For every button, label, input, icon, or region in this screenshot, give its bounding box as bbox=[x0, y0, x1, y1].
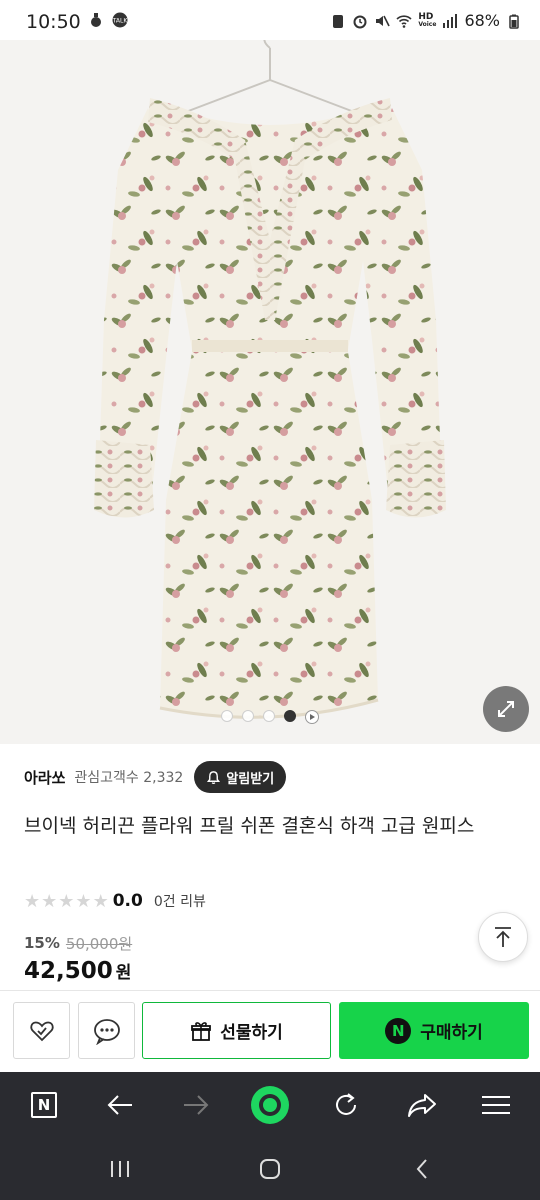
recent-apps-icon bbox=[111, 1161, 129, 1177]
play-icon[interactable] bbox=[305, 710, 319, 724]
star-icon: ★ bbox=[75, 890, 92, 912]
system-navigation-bar bbox=[0, 1138, 540, 1200]
share-button[interactable] bbox=[402, 1085, 442, 1125]
star-icon: ★ bbox=[24, 890, 41, 912]
gallery-dot[interactable] bbox=[263, 710, 275, 722]
sale-price: 42,500 원 bbox=[24, 958, 131, 984]
voice-label: Voice bbox=[418, 20, 437, 28]
recent-apps-button[interactable] bbox=[100, 1154, 140, 1184]
alarm-icon bbox=[353, 15, 367, 28]
gift-icon bbox=[191, 1021, 212, 1041]
system-back-button[interactable] bbox=[402, 1154, 442, 1184]
chat-icon bbox=[93, 1018, 120, 1045]
notify-label: 알림받기 bbox=[226, 771, 275, 787]
status-left-icons: TALK bbox=[88, 12, 128, 28]
arrow-left-icon bbox=[107, 1095, 132, 1115]
star-icon: ★ bbox=[41, 890, 58, 912]
action-bar: 선물하기 N 구매하기 bbox=[0, 990, 540, 1072]
green-dot-button[interactable] bbox=[250, 1085, 290, 1125]
buy-label: 구매하기 bbox=[420, 1023, 483, 1043]
npay-icon: N bbox=[385, 1017, 412, 1044]
battery-saver-icon bbox=[333, 14, 344, 28]
home-button[interactable] bbox=[250, 1154, 290, 1184]
share-icon bbox=[408, 1094, 436, 1117]
talk-icon: TALK bbox=[112, 12, 128, 28]
seller-info: 아라쏘 관심고객수 2,332 알림받기 bbox=[24, 760, 524, 794]
currency-unit: 원 bbox=[115, 963, 132, 983]
wifi-icon bbox=[396, 14, 412, 28]
status-bar: 10:50 TALK HD Voice 68% bbox=[0, 0, 540, 40]
menu-icon bbox=[482, 1096, 510, 1114]
discount-rate: 15% bbox=[24, 934, 60, 952]
refresh-icon bbox=[336, 1093, 356, 1115]
product-title: 브이넥 허리끈 플라워 프릴 쉬폰 결혼식 하객 고급 원피스 bbox=[24, 815, 475, 837]
gift-label: 선물하기 bbox=[220, 1023, 283, 1043]
bell-plus-icon bbox=[207, 770, 221, 784]
heart-check-icon bbox=[29, 1021, 54, 1041]
naver-n-icon: N bbox=[31, 1092, 57, 1118]
gallery-dot[interactable] bbox=[221, 710, 233, 722]
gallery-dot-active[interactable] bbox=[284, 710, 296, 722]
star-rating: ★ ★ ★ ★ ★ bbox=[24, 891, 109, 912]
status-time: 10:50 bbox=[26, 11, 81, 33]
gallery-indicator bbox=[0, 710, 540, 724]
menu-button[interactable] bbox=[476, 1085, 516, 1125]
home-icon bbox=[260, 1159, 280, 1179]
wishlist-button[interactable] bbox=[13, 1002, 70, 1059]
naver-home-button[interactable]: N bbox=[24, 1085, 64, 1125]
review-count[interactable]: 0건 리뷰 bbox=[154, 891, 206, 911]
notify-button[interactable]: 알림받기 bbox=[194, 761, 287, 793]
price-discount-row: 15% 50,000원 bbox=[24, 932, 132, 954]
star-icon: ★ bbox=[58, 890, 75, 912]
talk-talk-button[interactable] bbox=[78, 1002, 135, 1059]
expand-icon bbox=[498, 701, 514, 717]
original-price: 50,000원 bbox=[65, 934, 133, 953]
svg-text:TALK: TALK bbox=[112, 18, 128, 25]
buy-button[interactable]: N 구매하기 bbox=[339, 1002, 529, 1059]
star-icon: ★ bbox=[92, 890, 109, 912]
gift-button[interactable]: 선물하기 bbox=[142, 1002, 331, 1059]
browser-toolbar: N bbox=[0, 1072, 540, 1138]
sale-price-value: 42,500 bbox=[24, 958, 113, 984]
hd-label: HD bbox=[418, 11, 434, 22]
notification-icon bbox=[91, 13, 101, 27]
rating-score: 0.0 bbox=[112, 891, 143, 911]
green-dot-icon bbox=[251, 1086, 289, 1124]
status-right-icons: HD Voice 68% bbox=[330, 11, 522, 30]
product-image-gallery[interactable] bbox=[0, 40, 540, 744]
signal-icon bbox=[443, 13, 458, 28]
rating-row[interactable]: ★ ★ ★ ★ ★ 0.0 0건 리뷰 bbox=[24, 889, 206, 913]
chevron-left-icon bbox=[416, 1159, 427, 1179]
gallery-dot[interactable] bbox=[242, 710, 254, 722]
arrow-right-icon bbox=[184, 1095, 209, 1115]
dress-photo bbox=[0, 40, 540, 744]
hd-voice-icon: HD Voice bbox=[418, 11, 437, 29]
mute-icon bbox=[376, 15, 391, 26]
seller-name[interactable]: 아라쏘 bbox=[24, 767, 65, 788]
follower-count: 관심고객수 2,332 bbox=[74, 770, 184, 786]
scroll-top-button[interactable] bbox=[478, 912, 528, 962]
forward-button[interactable] bbox=[176, 1085, 216, 1125]
arrow-up-icon bbox=[495, 927, 511, 947]
back-button[interactable] bbox=[100, 1085, 140, 1125]
reload-button[interactable] bbox=[326, 1085, 366, 1125]
battery-icon bbox=[509, 14, 519, 29]
battery-percent: 68% bbox=[464, 11, 500, 30]
expand-image-button[interactable] bbox=[483, 686, 529, 732]
